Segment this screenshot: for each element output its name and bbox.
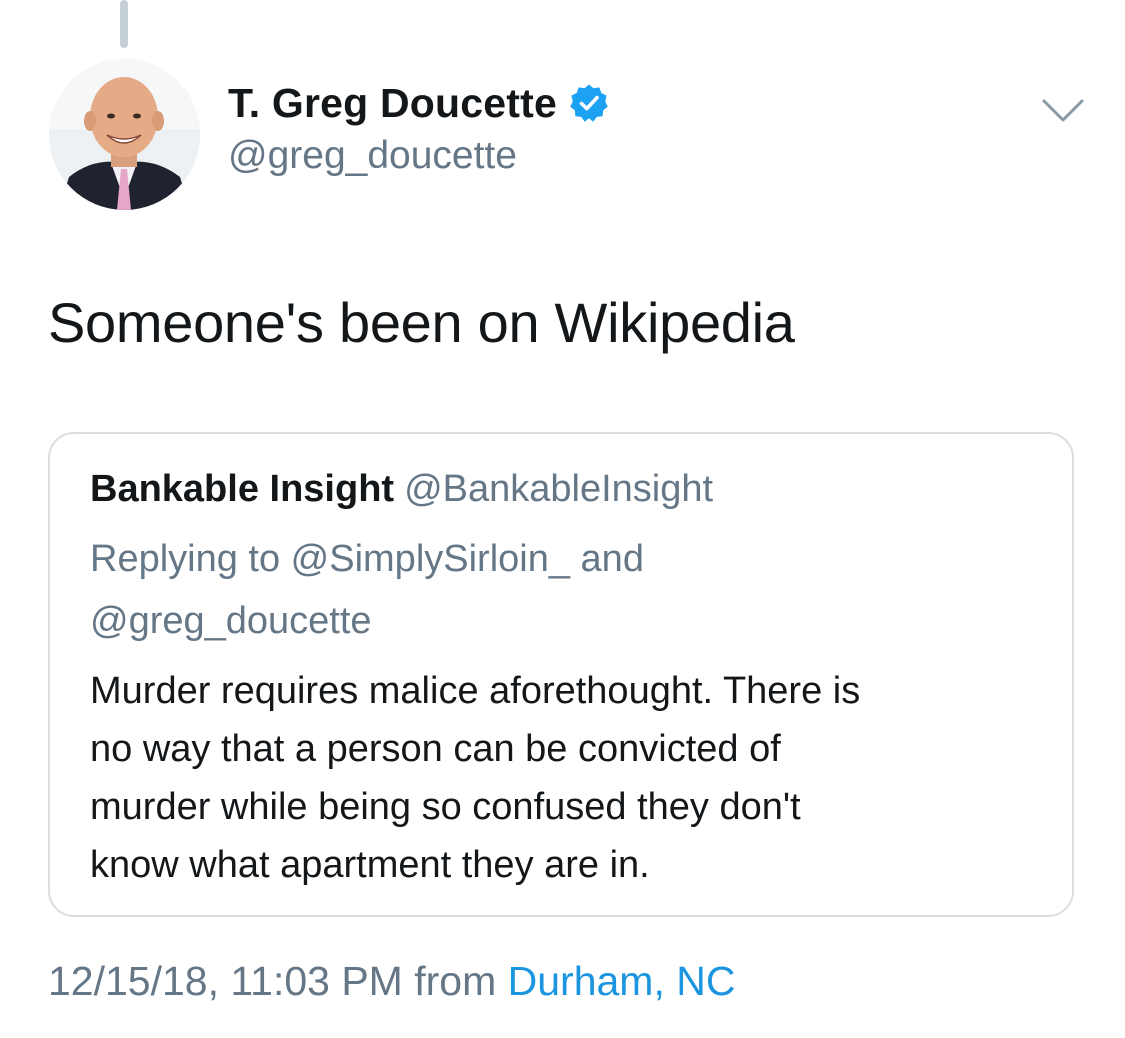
author-name[interactable]: T. Greg Doucette (228, 80, 557, 127)
quoted-body-line: know what apartment they are in. (90, 844, 650, 886)
quoted-reply-context: Replying to @SimplySirloin_ and @greg_do… (90, 528, 1030, 652)
quoted-body-line: Murder requires malice aforethought. The… (90, 670, 861, 712)
avatar[interactable] (49, 59, 200, 210)
quoted-author-handle: @BankableInsight (404, 468, 714, 510)
quoted-body-line: murder while being so confused they don'… (90, 786, 801, 828)
tweet-timestamp[interactable]: 12/15/18, 11:03 PM (48, 958, 403, 1004)
thread-connector-line (120, 0, 128, 48)
tweet-location-link[interactable]: Durham, NC (508, 958, 736, 1004)
quoted-tweet-header: Bankable Insight @BankableInsight (90, 466, 713, 512)
author-name-row[interactable]: T. Greg Doucette (228, 78, 609, 128)
avatar-image (49, 59, 200, 210)
quoted-tweet-card[interactable]: Bankable Insight @BankableInsight Replyin… (48, 432, 1074, 917)
tweet-text: Someone's been on Wikipedia (48, 291, 795, 354)
reply-context-line: @greg_doucette (90, 600, 372, 642)
verified-badge-icon (569, 83, 609, 123)
quoted-tweet-body: Murder requires malice aforethought. The… (90, 662, 1050, 894)
chevron-down-icon[interactable] (1040, 96, 1086, 126)
tweet-meta: 12/15/18, 11:03 PM from Durham, NC (48, 956, 735, 1006)
author-handle[interactable]: @greg_doucette (228, 134, 517, 178)
reply-context-line: Replying to @SimplySirloin_ and (90, 538, 644, 580)
quoted-body-line: no way that a person can be convicted of (90, 728, 781, 770)
quoted-author-name: Bankable Insight (90, 468, 395, 510)
from-label: from (414, 958, 497, 1004)
